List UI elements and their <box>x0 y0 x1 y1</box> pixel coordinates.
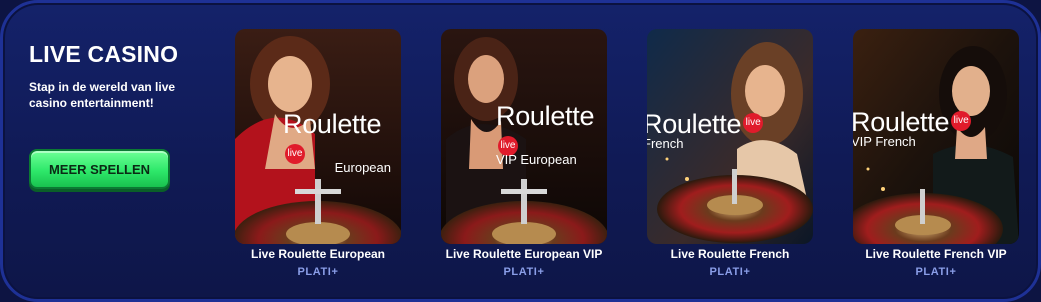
game-title[interactable]: Live Roulette French VIP <box>843 247 1029 261</box>
game-provider: PLATI+ <box>297 266 339 278</box>
live-badge: live <box>951 111 972 131</box>
live-badge: live <box>743 113 764 133</box>
game-provider: PLATI+ <box>503 266 545 278</box>
section-title: LIVE CASINO <box>29 41 179 67</box>
game-thumbnail[interactable]: Roulettelive European <box>235 29 401 244</box>
game-title[interactable]: Live Roulette European <box>225 247 411 261</box>
game-logo: Roulettelive VIP European <box>496 101 595 167</box>
game-card-roulette-european-vip[interactable]: Roulettelive VIP European Live Roulette … <box>441 29 607 278</box>
game-logo: Roulette live French <box>647 109 764 151</box>
game-thumbnail[interactable]: Roulette live French <box>647 29 813 244</box>
game-title[interactable]: Live Roulette French <box>637 247 823 261</box>
live-casino-panel: LIVE CASINO Stap in de wereld van live c… <box>0 0 1041 302</box>
game-logo: Roulettelive European <box>283 109 391 175</box>
game-title[interactable]: Live Roulette European VIP <box>431 247 617 261</box>
live-badge: live <box>285 144 305 164</box>
game-card-roulette-european[interactable]: Roulettelive European Live Roulette Euro… <box>235 29 401 278</box>
game-thumbnail[interactable]: Roulettelive VIP European <box>441 29 607 244</box>
game-card-roulette-french[interactable]: Roulette live French Live Roulette French… <box>647 29 813 278</box>
more-games-button[interactable]: MEER SPELLEN <box>29 149 170 189</box>
game-provider: PLATI+ <box>915 266 957 278</box>
section-subtitle: Stap in de wereld van live casino entert… <box>29 80 176 110</box>
game-provider: PLATI+ <box>709 266 751 278</box>
game-card-roulette-french-vip[interactable]: Roulette live VIP French Live Roulette Fr… <box>853 29 1019 278</box>
game-logo: Roulette live VIP French <box>853 107 972 149</box>
game-thumbnail[interactable]: Roulette live VIP French <box>853 29 1019 244</box>
